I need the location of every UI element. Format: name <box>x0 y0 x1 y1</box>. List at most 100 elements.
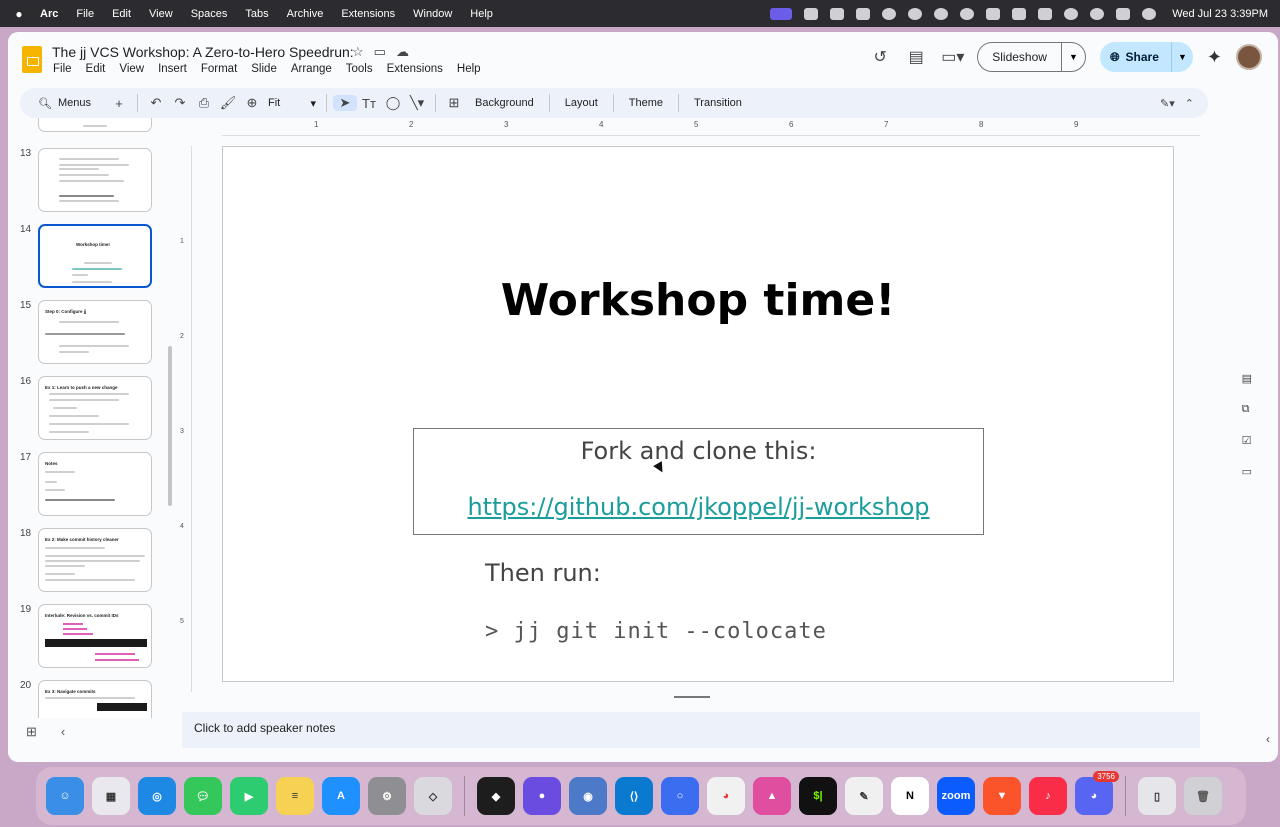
transition-button[interactable]: Transition <box>685 97 751 109</box>
docs-menu-help[interactable]: Help <box>457 63 481 75</box>
calendar-icon[interactable]: ▤ <box>1242 372 1252 385</box>
zoom-icon[interactable]: zoom <box>937 777 975 815</box>
slide-thumbnail[interactable]: Interlude: Revision vs. commit IDs <box>38 604 152 668</box>
vpn-icon[interactable] <box>882 7 897 20</box>
slack-tray-icon[interactable] <box>856 7 871 20</box>
print-icon[interactable]: ⎙ <box>192 95 216 111</box>
moon-icon[interactable] <box>960 7 975 20</box>
app-store-icon[interactable]: A <box>322 777 360 815</box>
finder-icon[interactable]: ☺ <box>46 777 84 815</box>
spotlight-search-icon[interactable] <box>1090 7 1105 20</box>
notes-icon[interactable]: ≡ <box>276 777 314 815</box>
slide-thumbnail[interactable]: Ex 3: Navigate commits <box>38 680 152 718</box>
zoom-select[interactable]: Fit ▾ <box>264 97 320 110</box>
slide-thumbnail[interactable]: Ex 1: Learn to push a new change <box>38 376 152 440</box>
side-panel-collapse-icon[interactable]: ‹ <box>1266 732 1270 746</box>
repo-link[interactable]: https://github.com/jkoppel/jj-workshop <box>414 493 983 521</box>
menu-spaces[interactable]: Spaces <box>191 8 228 20</box>
meet-video-icon[interactable]: ▭▾ <box>941 47 964 67</box>
slideshow-button[interactable]: Slideshow <box>978 43 1061 71</box>
menu-tabs[interactable]: Tabs <box>245 8 268 20</box>
battery-icon[interactable] <box>1038 7 1053 20</box>
redo-icon[interactable]: ↷ <box>168 95 192 111</box>
slide-thumbnail[interactable]: Ex 2: Make commit history cleaner <box>38 528 152 592</box>
menu-extensions[interactable]: Extensions <box>341 8 395 20</box>
docs-menu-extensions[interactable]: Extensions <box>387 63 443 75</box>
avatar[interactable] <box>1236 44 1262 70</box>
messages-icon[interactable]: 💬︎ <box>184 777 222 815</box>
screen-share-icon[interactable] <box>770 7 793 20</box>
chrome-icon[interactable]: ◕ <box>707 777 745 815</box>
menu-help[interactable]: Help <box>470 8 493 20</box>
affinity-icon[interactable]: ▲ <box>753 777 791 815</box>
siri-icon[interactable] <box>1142 7 1157 20</box>
slide-canvas[interactable]: Workshop time! Fork and clone this: http… <box>222 146 1174 682</box>
brave-icon[interactable]: ▼ <box>983 777 1021 815</box>
slide-thumbnail[interactable]: Notes <box>38 452 152 516</box>
background-button[interactable]: Background <box>466 97 543 109</box>
menu-archive[interactable]: Archive <box>287 8 324 20</box>
zip-file-icon[interactable]: ▯ <box>1138 777 1176 815</box>
text-box-icon[interactable]: Tт <box>357 96 381 111</box>
move-folder-icon[interactable]: ▭ <box>374 44 386 60</box>
menu-bar-clock[interactable]: Wed Jul 23 3:39PM <box>1172 8 1268 20</box>
slideshow-dropdown-icon[interactable]: ▼ <box>1060 43 1085 71</box>
history-icon[interactable]: ↺ <box>869 47 891 67</box>
docs-menu-arrange[interactable]: Arrange <box>291 63 332 75</box>
apple-icon[interactable]: ● <box>12 7 26 21</box>
slides-logo-icon[interactable] <box>22 46 42 73</box>
record-icon[interactable] <box>908 7 923 20</box>
theme-button[interactable]: Theme <box>620 97 672 109</box>
folder-icon[interactable]: ▭ <box>1242 465 1252 478</box>
collapse-filmstrip-icon[interactable]: ‹ <box>61 724 65 740</box>
undo-icon[interactable]: ↶ <box>144 95 168 111</box>
insert-comment-icon[interactable]: ⊞ <box>442 95 466 111</box>
screenshot-icon[interactable] <box>804 7 819 20</box>
fork-text-box[interactable]: Fork and clone this: https://github.com/… <box>413 428 984 535</box>
docs-menu-format[interactable]: Format <box>201 63 237 75</box>
tasks-icon[interactable]: ☑ <box>1242 434 1252 447</box>
shape-icon[interactable]: ◯ <box>381 95 405 111</box>
docs-menu-view[interactable]: View <box>119 63 144 75</box>
filmstrip-scrollbar[interactable] <box>168 346 172 506</box>
keyboard-icon[interactable] <box>1012 7 1027 20</box>
slide-thumbnail[interactable]: Step 0: Configure jj <box>38 300 152 364</box>
menu-edit[interactable]: Edit <box>112 8 131 20</box>
slide-title[interactable]: Workshop time! <box>223 275 1173 326</box>
pen-mode-icon[interactable]: ✎▾ <box>1160 97 1175 110</box>
new-slide-icon[interactable]: + <box>107 96 131 111</box>
zoom-icon[interactable]: ⊕ <box>240 95 264 111</box>
command-text[interactable]: > jj git init --colocate <box>485 619 827 644</box>
share-dropdown-icon[interactable]: ▼ <box>1170 42 1193 72</box>
menu-window[interactable]: Window <box>413 8 452 20</box>
docs-menu-file[interactable]: File <box>53 63 72 75</box>
control-center-icon[interactable] <box>1116 7 1131 20</box>
signal-icon[interactable]: ○ <box>661 777 699 815</box>
then-run-label[interactable]: Then run: <box>485 559 601 587</box>
select-pointer-icon[interactable]: ➤ <box>333 95 357 111</box>
speaker-notes-field[interactable]: Click to add speaker notes <box>182 712 1200 748</box>
slide-thumbnail-selected[interactable]: Workshop time! <box>38 224 152 288</box>
docs-menu-insert[interactable]: Insert <box>158 63 187 75</box>
menu-search[interactable]: 🔍︎ Menus <box>30 96 99 110</box>
terminal-icon[interactable]: $| <box>799 777 837 815</box>
cloud-saved-icon[interactable]: ☁ <box>396 44 409 60</box>
keep-icon[interactable]: ⧉ <box>1242 403 1252 416</box>
menu-view[interactable]: View <box>149 8 173 20</box>
launchpad-icon[interactable]: ▦ <box>92 777 130 815</box>
gemini-sparkle-icon[interactable]: ✦ <box>1207 47 1222 68</box>
docs-menu-slide[interactable]: Slide <box>251 63 277 75</box>
zoom-tray-icon[interactable] <box>830 7 845 20</box>
notion-icon[interactable]: N <box>891 777 929 815</box>
script-editor-icon[interactable]: ✎ <box>845 777 883 815</box>
docs-menu-tools[interactable]: Tools <box>346 63 373 75</box>
discord-icon[interactable]: ◕ 3756 <box>1075 771 1119 815</box>
comments-icon[interactable]: ▤ <box>905 47 927 67</box>
share-button[interactable]: 🌐︎ Share <box>1100 42 1171 72</box>
slide-thumbnail[interactable] <box>38 148 152 212</box>
docs-menu-edit[interactable]: Edit <box>86 63 106 75</box>
music-icon[interactable]: ♪ <box>1029 777 1067 815</box>
wifi-icon[interactable] <box>1064 7 1079 20</box>
menu-app-name[interactable]: Arc <box>40 8 58 20</box>
collapse-toolbar-icon[interactable]: ⌃ <box>1185 97 1194 110</box>
